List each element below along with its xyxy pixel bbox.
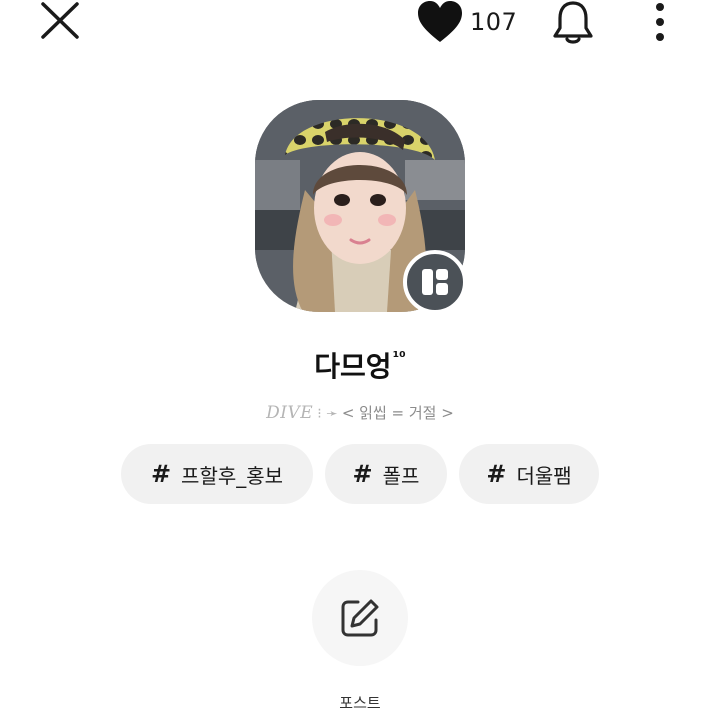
- hash-icon: #: [150, 460, 172, 488]
- notifications-button[interactable]: [551, 0, 595, 46]
- bio-text: < 읽씹 = 거절 >: [341, 404, 454, 422]
- bio-arrow: ⁝ ➛: [317, 406, 338, 422]
- hashtag-list: # 프할후_홍보 # 폴프 # 더울팸: [0, 444, 720, 504]
- hash-icon: #: [486, 460, 507, 488]
- close-button[interactable]: [38, 0, 82, 40]
- top-bar: 107: [0, 0, 720, 50]
- hashtag-chip[interactable]: # 프할후_홍보: [121, 444, 313, 504]
- nickname-superscript: ¹⁰: [392, 348, 406, 366]
- bell-icon: [553, 1, 593, 44]
- nickname-text: 다므엉: [314, 350, 392, 383]
- hashtag-label: 프할후_홍보: [181, 463, 284, 488]
- profile-bio: DIVE ⁝ ➛ < 읽씹 = 거절 >: [0, 402, 720, 423]
- post-button[interactable]: [312, 570, 408, 666]
- profile-nickname: 다므엉¹⁰: [0, 345, 720, 385]
- avatar-badge-button[interactable]: [403, 250, 467, 314]
- more-options-button[interactable]: [648, 0, 672, 46]
- hashtag-chip[interactable]: # 더울팸: [459, 444, 599, 504]
- hash-icon: #: [352, 460, 373, 488]
- likes-button[interactable]: 107: [416, 0, 517, 44]
- more-vertical-icon: [656, 3, 664, 41]
- hashtag-chip[interactable]: # 폴프: [325, 444, 447, 504]
- edit-icon: [341, 599, 379, 637]
- profile-avatar-container: [255, 100, 467, 314]
- layout-icon: [422, 269, 448, 295]
- post-label: 포스트: [339, 694, 381, 712]
- hashtag-label: 더울팸: [516, 463, 572, 488]
- bio-dive-text: DIVE: [266, 403, 314, 423]
- close-icon: [41, 2, 79, 39]
- likes-count: 107: [470, 8, 518, 36]
- hashtag-label: 폴프: [382, 463, 420, 488]
- heart-icon: [418, 1, 462, 42]
